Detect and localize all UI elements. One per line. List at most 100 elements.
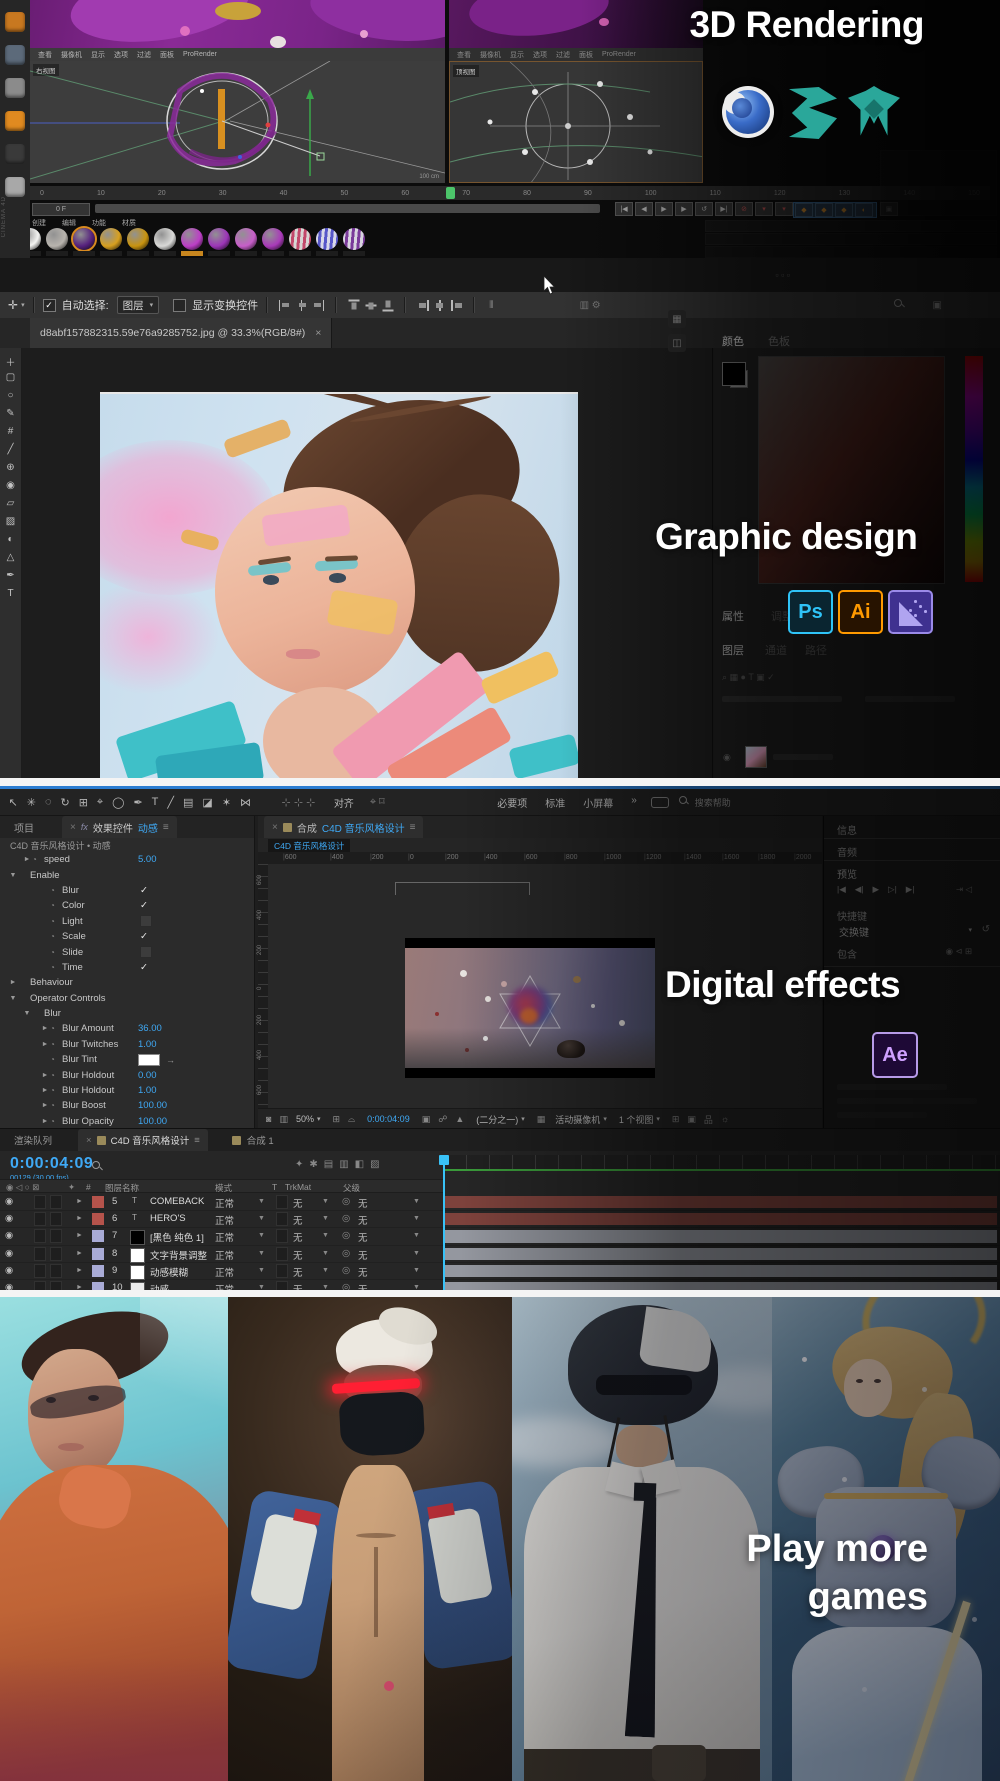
selection-tool[interactable]: ↖ — [9, 796, 18, 809]
eyedropper-icon[interactable]: → — [166, 1055, 175, 1065]
pickwhip-icon[interactable]: ◎ — [342, 1213, 350, 1224]
toggle-cell[interactable] — [276, 1247, 288, 1261]
material-swatch[interactable] — [288, 228, 312, 256]
twirl-icon[interactable]: ► — [40, 1102, 50, 1109]
tab-composition[interactable]: × 合成 C4D 音乐风格设计 ≡ — [264, 816, 423, 838]
menu-item[interactable]: 摄像机 — [480, 50, 501, 60]
panel-info-label[interactable]: 信息 — [837, 822, 857, 837]
stopwatch-icon[interactable]: ◔ — [50, 917, 62, 926]
resolution-value[interactable]: (二分之一) — [476, 1113, 518, 1126]
brush-tool[interactable]: ╱ — [167, 796, 174, 809]
workspace-tab[interactable]: 必要项 — [497, 795, 527, 810]
c4d-render-viewport-right[interactable] — [449, 0, 703, 48]
layer-label-color[interactable] — [92, 1196, 104, 1208]
close-icon[interactable]: × — [86, 1135, 92, 1146]
col-layer-name[interactable]: 图层名称 — [105, 1182, 139, 1194]
toggle-cell[interactable] — [50, 1195, 62, 1209]
twirl-icon[interactable]: ▼ — [8, 872, 18, 879]
chevron-down-icon[interactable]: ▼ — [413, 1250, 420, 1257]
blend-mode-value[interactable]: 正常 — [215, 1265, 234, 1279]
transport-button[interactable]: ▶| — [906, 884, 915, 895]
layer-name[interactable]: HERO'S — [150, 1213, 186, 1224]
eyedropper-tool[interactable]: ╱ — [7, 444, 13, 457]
transport-button[interactable]: ◀ — [635, 202, 653, 216]
menu-item[interactable]: 选项 — [533, 50, 547, 60]
col-trkmat[interactable]: TrkMat — [285, 1182, 311, 1192]
chevron-down-icon[interactable]: ▼ — [258, 1267, 265, 1274]
menu-item[interactable]: 查看 — [38, 50, 52, 60]
chevron-down-icon[interactable]: ▼ — [258, 1215, 265, 1222]
view-layout-value[interactable]: 1 个视图 — [619, 1113, 654, 1126]
twirl-icon[interactable]: ► — [76, 1232, 83, 1239]
zoom-value[interactable]: 50% — [296, 1114, 314, 1124]
history-panel-icon[interactable]: ▦ — [668, 310, 686, 328]
c4d-wireframe-viewport[interactable]: 右视图 100 cm — [30, 61, 445, 183]
effect-property-row[interactable]: ► ◔ Behaviour → — [0, 975, 255, 990]
property-value[interactable]: 1.00 — [138, 1085, 157, 1096]
toggle-cell[interactable] — [34, 1212, 46, 1226]
sky-object-icon[interactable] — [5, 111, 25, 131]
layer-label-color[interactable] — [92, 1265, 104, 1277]
effect-property-row[interactable]: ◔ Color ✓ → — [0, 898, 255, 913]
record-button[interactable]: ▾ — [775, 202, 793, 216]
grid-guides-icon[interactable]: ⊞ — [332, 1114, 340, 1125]
floor-object-icon[interactable] — [5, 144, 25, 164]
tab-swatches[interactable]: 色板 — [768, 333, 790, 349]
effect-property-row[interactable]: ◔ Light → — [0, 914, 255, 929]
col-mode[interactable]: 模式 — [215, 1182, 232, 1194]
stopwatch-icon[interactable]: ◔ — [50, 1024, 62, 1033]
effect-property-row[interactable]: ► ◔ Blur Twitches 1.00 → — [0, 1037, 255, 1052]
shortcut-value[interactable]: 交换键 — [839, 924, 869, 939]
quick-select-tool[interactable]: ✎ — [6, 408, 14, 421]
move-tool[interactable]: ＋ — [6, 354, 16, 367]
property-value[interactable]: 100.00 — [138, 1116, 167, 1127]
pixel-aspect-icon[interactable]: ⊞ — [672, 1114, 680, 1125]
eye-icon[interactable]: ◉ — [5, 1213, 13, 1224]
dodge-tool[interactable]: △ — [7, 552, 15, 565]
close-icon[interactable]: × — [315, 327, 321, 339]
eraser-tool[interactable]: ▨ — [6, 516, 15, 529]
twirl-icon[interactable]: ► — [22, 856, 32, 863]
timeline-layer-row[interactable]: ◉ ► 8 T 文字背景调整 正常 ▼ 无 ▼ ◎ 无 ▼ — [0, 1246, 1000, 1263]
timeline-layer-row[interactable]: ◉ ► 6 T HERO'S 正常 ▼ 无 ▼ ◎ 无 ▼ — [0, 1211, 1000, 1228]
hue-slider[interactable] — [965, 356, 983, 582]
camera-value[interactable]: 活动摄像机 — [555, 1113, 600, 1126]
effect-property-row[interactable]: ◔ Blur Tint → — [0, 1052, 255, 1067]
pickwhip-icon[interactable]: ◎ — [342, 1248, 350, 1259]
layer-duration-bar[interactable] — [443, 1282, 997, 1290]
toggle-cell[interactable] — [276, 1195, 288, 1209]
align-right-icon[interactable] — [313, 300, 325, 311]
tab-render-queue[interactable]: 渲染队列 — [14, 1133, 52, 1147]
magnification-icon[interactable]: ▥ — [279, 1114, 288, 1125]
align-center-icon[interactable] — [296, 300, 308, 311]
timeline-layer-row[interactable]: ◉ ► 9 T 动感模糊 正常 ▼ 无 ▼ ◎ 无 ▼ — [0, 1263, 1000, 1280]
transport-button[interactable]: ◀| — [855, 884, 864, 895]
effect-property-row[interactable]: ◔ Blur ✓ → — [0, 883, 255, 898]
checkbox-unchecked[interactable] — [140, 915, 152, 927]
parent-value[interactable]: 无 — [358, 1230, 368, 1244]
effect-property-row[interactable]: ▼ ◔ Blur → — [0, 1006, 255, 1021]
transport-button[interactable]: ▶ — [675, 202, 693, 216]
parent-value[interactable]: 无 — [358, 1282, 368, 1290]
chevron-down-icon[interactable]: ▼ — [413, 1232, 420, 1239]
always-preview-icon[interactable]: ◙ — [266, 1114, 271, 1124]
channel-icon[interactable]: ☍ — [438, 1114, 447, 1125]
material-swatch[interactable] — [99, 228, 123, 256]
layer-label-color[interactable] — [92, 1282, 104, 1290]
eye-icon[interactable]: ◉ — [5, 1196, 13, 1207]
chevron-down-icon[interactable]: ▾ — [656, 1115, 660, 1123]
checkbox-checked[interactable]: ✓ — [140, 885, 148, 896]
stopwatch-icon[interactable]: ◔ — [50, 963, 62, 972]
tab-properties[interactable]: 属性 — [722, 608, 744, 624]
twirl-icon[interactable]: ► — [40, 1087, 50, 1094]
gradient-tool[interactable]: ◐ — [7, 534, 13, 547]
keyframe-button[interactable]: ◆ — [835, 203, 853, 217]
timeline-timecode[interactable]: 0:00:04:09 — [10, 1155, 93, 1173]
twirl-icon[interactable]: ▼ — [8, 995, 18, 1002]
flowchart-icon[interactable]: ☼ — [721, 1114, 729, 1124]
parent-value[interactable]: 无 — [358, 1213, 368, 1227]
eraser-tool[interactable]: ◪ — [202, 796, 212, 809]
playhead-handle[interactable] — [439, 1155, 449, 1165]
marquee-tool[interactable]: ▢ — [6, 372, 15, 385]
material-swatch[interactable] — [261, 228, 285, 256]
